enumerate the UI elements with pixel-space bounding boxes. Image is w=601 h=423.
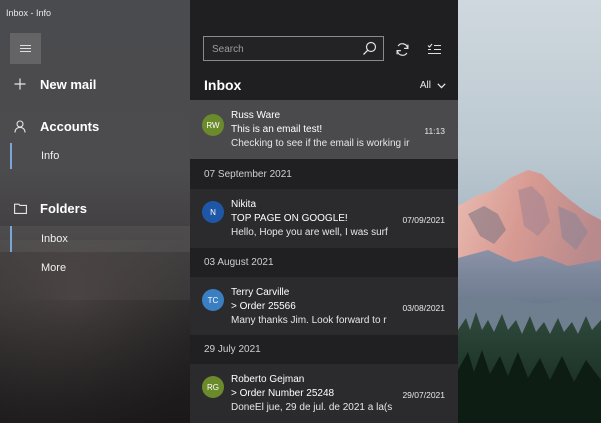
filter-dropdown[interactable]: All xyxy=(420,80,446,91)
date-group-label: 29 July 2021 xyxy=(204,344,261,355)
message-item[interactable]: RW Russ Ware This is an email test! 11:1… xyxy=(190,100,458,159)
hamburger-menu-button[interactable] xyxy=(10,33,41,64)
accounts-button[interactable]: Accounts xyxy=(0,116,190,136)
accounts-label: Accounts xyxy=(40,118,100,134)
folder-title: Inbox xyxy=(204,77,242,93)
selected-folder-indicator xyxy=(10,226,12,252)
date-group-label: 07 September 2021 xyxy=(204,169,292,180)
avatar: RW xyxy=(202,114,224,136)
list-header: Inbox All xyxy=(190,72,458,98)
sync-button[interactable] xyxy=(390,37,414,61)
window-title: Inbox - Info xyxy=(6,8,52,18)
message-subject: > Order Number 25248 xyxy=(231,388,335,399)
plus-icon xyxy=(0,78,40,90)
filter-label: All xyxy=(419,80,431,91)
folder-label: Inbox xyxy=(41,233,68,245)
message-preview: Checking to see if the email is working … xyxy=(231,138,410,149)
navigation-pane: Inbox - Info New mail Accounts Info Fold… xyxy=(0,0,190,423)
message-preview: DoneEl jue, 29 de jul. de 2021 a la(s xyxy=(231,402,393,413)
search-icon[interactable] xyxy=(362,41,377,56)
folders-label: Folders xyxy=(40,200,87,216)
message-item[interactable]: N Nikita TOP PAGE ON GOOGLE! 07/09/2021 … xyxy=(190,189,458,248)
message-item[interactable]: TC Terry Carville > Order 25566 03/08/20… xyxy=(190,277,458,336)
select-mode-icon xyxy=(427,43,441,54)
message-date: 07/09/2021 xyxy=(402,215,445,225)
account-label: Info xyxy=(41,150,60,162)
folder-label: More xyxy=(41,262,67,274)
message-sender: Roberto Gejman xyxy=(231,374,305,385)
hamburger-icon xyxy=(20,44,31,53)
message-sender: Russ Ware xyxy=(231,110,281,121)
avatar: TC xyxy=(202,289,224,311)
search-box[interactable] xyxy=(203,36,384,61)
new-mail-label: New mail xyxy=(40,76,97,92)
avatar: RG xyxy=(202,376,224,398)
new-mail-button[interactable]: New mail xyxy=(0,74,190,94)
folder-icon xyxy=(0,203,40,214)
date-group-header: 07 September 2021 xyxy=(190,160,458,189)
background-landscape xyxy=(458,0,601,423)
date-group-header: 03 August 2021 xyxy=(190,248,458,277)
message-date: 11:13 xyxy=(424,126,445,136)
message-preview: Hello, Hope you are well, I was surf xyxy=(231,227,388,238)
message-list-pane: Inbox All RW Russ Ware This is an email … xyxy=(190,0,458,423)
message-item[interactable]: RG Roberto Gejman > Order Number 25248 2… xyxy=(190,364,458,423)
message-preview: Many thanks Jim. Look forward to r xyxy=(231,315,387,326)
mountain-landscape-image xyxy=(458,0,601,423)
folders-button[interactable]: Folders xyxy=(0,198,190,218)
sync-icon xyxy=(396,42,408,56)
message-date: 03/08/2021 xyxy=(402,303,445,313)
date-group-header: 29 July 2021 xyxy=(190,335,458,364)
chevron-down-icon xyxy=(437,82,446,88)
account-indicator xyxy=(10,143,12,169)
message-sender: Terry Carville xyxy=(231,287,290,298)
date-group-label: 03 August 2021 xyxy=(204,257,274,268)
avatar: N xyxy=(202,201,224,223)
message-date: 29/07/2021 xyxy=(402,390,445,400)
selection-mode-button[interactable] xyxy=(422,37,446,61)
search-input[interactable] xyxy=(210,40,364,59)
message-subject: TOP PAGE ON GOOGLE! xyxy=(231,213,348,224)
message-sender: Nikita xyxy=(231,199,257,210)
folder-item-more[interactable]: More xyxy=(0,255,190,281)
folder-item-inbox[interactable]: Inbox xyxy=(0,226,190,252)
search-bar xyxy=(190,36,458,64)
message-subject: This is an email test! xyxy=(231,124,323,135)
mail-app-window: Inbox - Info New mail Accounts Info Fold… xyxy=(0,0,601,423)
person-icon xyxy=(0,119,40,133)
message-subject: > Order 25566 xyxy=(231,301,296,312)
account-item-info[interactable]: Info xyxy=(0,143,190,169)
